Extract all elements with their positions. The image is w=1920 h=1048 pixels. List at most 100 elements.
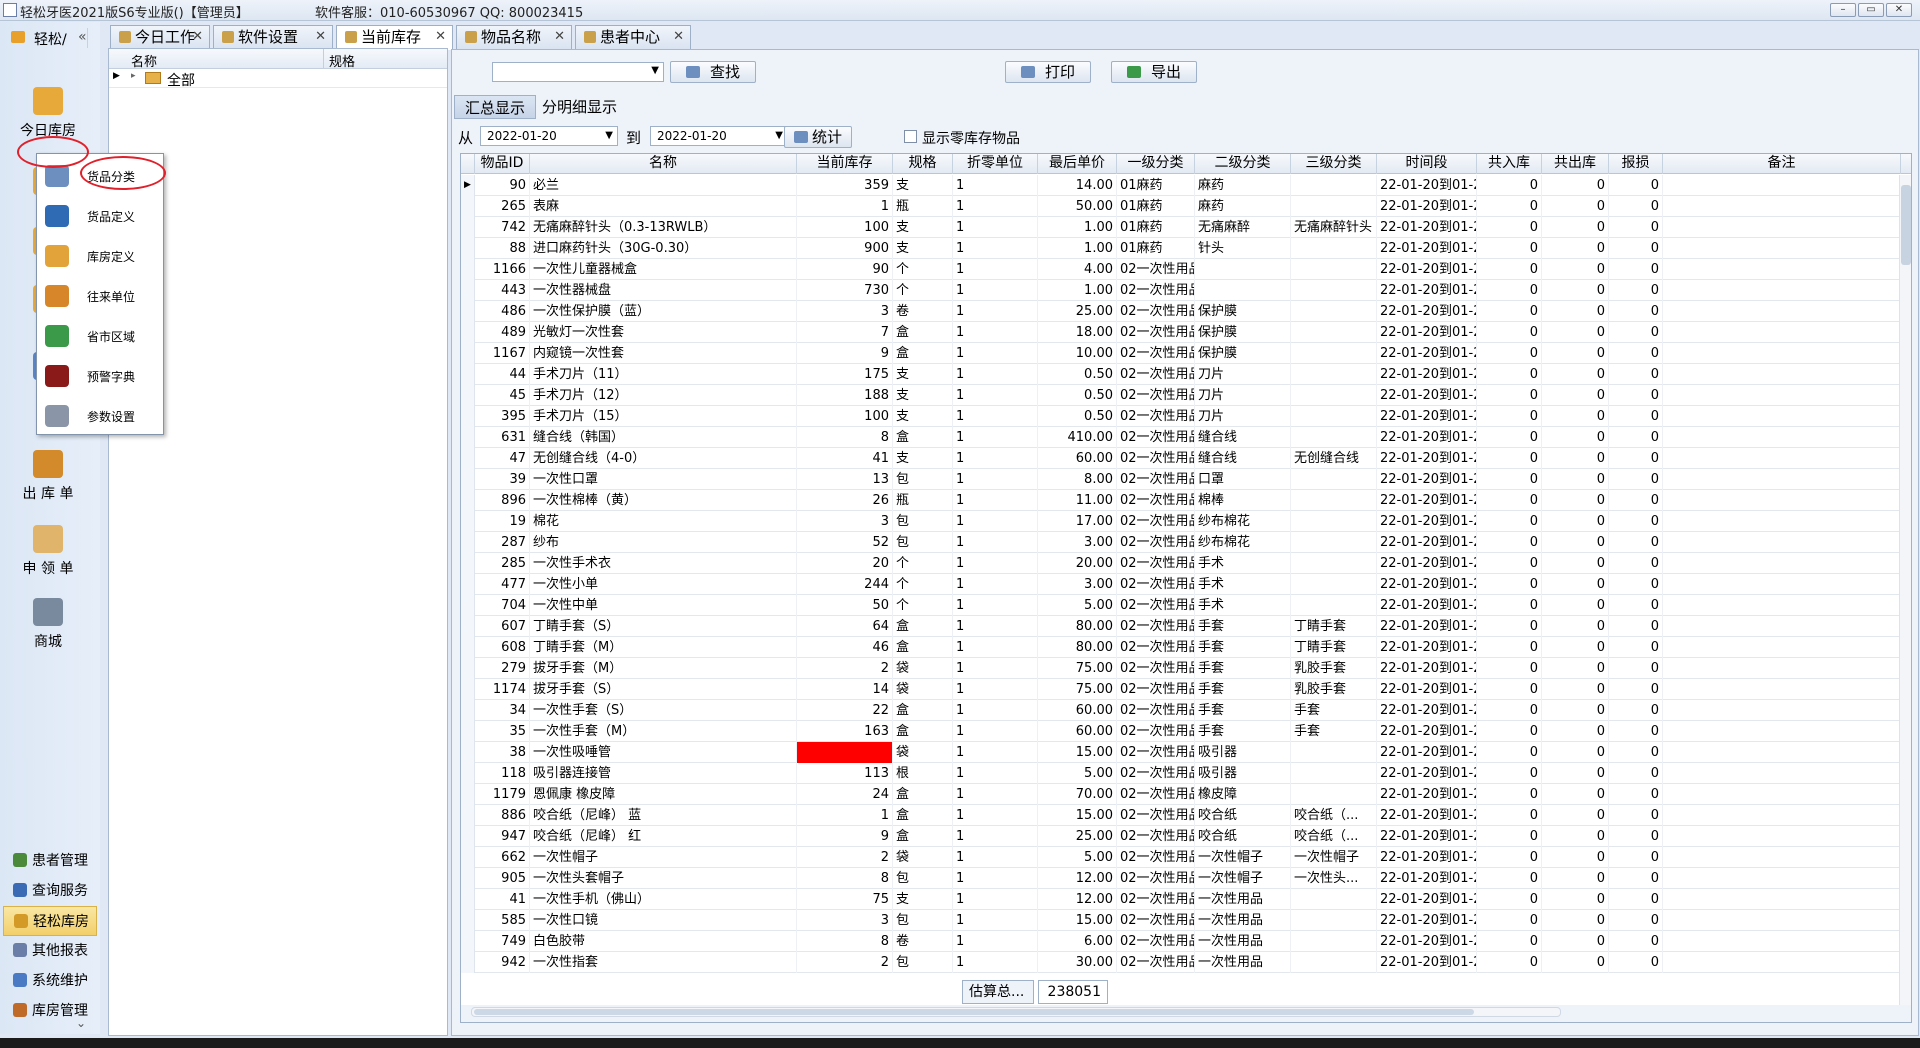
row-selector[interactable] [461, 763, 475, 784]
sidebar-button-7[interactable]: 商城 [8, 598, 88, 651]
collapse-button[interactable]: « [78, 28, 88, 48]
table-row[interactable]: 39一次性口罩13包18.0002一次性用品口罩22-01-20到01-2000… [461, 469, 1901, 490]
row-selector[interactable] [461, 406, 475, 427]
to-date-picker[interactable]: 2022-01-20 ▼ [650, 126, 788, 146]
table-row[interactable]: 742 无痛麻醉针头（0.3-13RWLB） 100 支 1 1.00 01麻药 无痛麻醉 无痛… [461, 217, 1901, 238]
row-selector[interactable] [461, 574, 475, 595]
row-selector[interactable] [461, 847, 475, 868]
row-selector[interactable] [461, 322, 475, 343]
row-selector[interactable] [461, 826, 475, 847]
sidebar-button-6[interactable]: 申 领 单 [8, 525, 88, 578]
row-selector[interactable] [461, 469, 475, 490]
table-row[interactable]: 287纱布52包13.0002一次性用品纱布棉花22-01-20到01-2000… [461, 532, 1901, 553]
row-selector[interactable] [461, 784, 475, 805]
stat-button[interactable]: 统计 [784, 126, 852, 148]
table-row[interactable]: 489 光敏灯一次性套 7 盒 1 18.00 02一次性用品 保护膜 22-01-20到01-… [461, 322, 1901, 343]
column-header[interactable]: 物品ID [475, 154, 530, 174]
column-header[interactable]: 规格 [893, 154, 953, 174]
nav-item-2[interactable]: 轻松库房 [3, 906, 97, 936]
table-row[interactable]: 585 一次性口镜 3 包 1 15.00 02一次性用品 一次性用品 22-01-20到01-… [461, 910, 1901, 931]
tab-close-icon[interactable]: ✕ [315, 26, 326, 48]
minimize-button[interactable]: – [1830, 3, 1856, 17]
table-row[interactable]: 118 吸引器连接管 113 根 1 5.00 02一次性用品 吸引器 22-01-20到01-… [461, 763, 1901, 784]
row-selector[interactable] [461, 616, 475, 637]
table-row[interactable]: 662 一次性帽子 2 袋 1 5.00 02一次性用品 一次性帽子 一次性帽子 22-01-20… [461, 847, 1901, 868]
menu-item-4[interactable]: 省市区域 [37, 318, 163, 354]
table-row[interactable]: 608 丁睛手套（M） 46 盒 1 80.00 02一次性用品 手套 丁睛手套 22-01-20… [461, 637, 1901, 658]
column-header[interactable]: 时间段 [1377, 154, 1477, 174]
table-row[interactable]: 41 一次性手机（佛山） 75 支 1 12.00 02一次性用品 一次性用品 22-01-20… [461, 889, 1901, 910]
row-selector[interactable] [461, 637, 475, 658]
table-row[interactable]: 47 无创缝合线（4-0） 41 支 1 60.00 02一次性用品 缝合线 无创缝合线 22-0… [461, 448, 1901, 469]
column-header[interactable]: 报损 [1609, 154, 1663, 174]
nav-item-1[interactable]: 查询服务 [3, 876, 97, 906]
search-select[interactable]: ▼ [492, 62, 664, 82]
column-header[interactable]: 名称 [530, 154, 797, 174]
column-header[interactable]: 折零单位 [953, 154, 1038, 174]
row-selector[interactable] [461, 238, 475, 259]
row-selector[interactable] [461, 217, 475, 238]
table-row[interactable]: 704一次性中单50个15.0002一次性用品手术22-01-20到01-200… [461, 595, 1901, 616]
nav-item-4[interactable]: 系统维护 [3, 966, 97, 996]
row-selector[interactable] [461, 301, 475, 322]
table-row[interactable]: 265表麻1瓶150.0001麻药麻药22-01-20到01-20000 [461, 196, 1901, 217]
export-button[interactable]: 导出 [1111, 61, 1197, 83]
column-header[interactable]: 共出库 [1542, 154, 1609, 174]
row-selector[interactable] [461, 532, 475, 553]
table-row[interactable]: 905 一次性头套帽子 8 包 1 12.00 02一次性用品 一次性帽子 一次性头... 22-… [461, 868, 1901, 889]
table-row[interactable]: 395 手术刀片（15） 100 支 1 0.50 02一次性用品 刀片 22-01-20到01… [461, 406, 1901, 427]
table-row[interactable]: 19棉花3包117.0002一次性用品纱布棉花22-01-20到01-20000 [461, 511, 1901, 532]
table-row[interactable]: 34 一次性手套（S） 22 盒 1 60.00 02一次性用品 手套 手套 22-01-20到0… [461, 700, 1901, 721]
table-row[interactable]: 279 拔牙手套（M） 2 袋 1 75.00 02一次性用品 手套 乳胶手套 22-01-20到… [461, 658, 1901, 679]
row-selector[interactable] [461, 868, 475, 889]
expand-icon[interactable]: ▸ [131, 71, 136, 81]
row-selector[interactable] [461, 553, 475, 574]
menu-item-2[interactable]: 库房定义 [37, 238, 163, 274]
tab-close-icon[interactable]: ✕ [673, 26, 684, 48]
table-row[interactable]: 45 手术刀片（12） 188 支 1 0.50 02一次性用品 刀片 22-01-20到01-… [461, 385, 1901, 406]
row-selector[interactable] [461, 490, 475, 511]
row-selector[interactable] [461, 931, 475, 952]
tree-row-all[interactable]: ▶ ▸ 全部 [109, 69, 447, 89]
table-row[interactable]: 88 进口麻药针头（30G-0.30） 900 支 1 1.00 01麻药 针头 22-01-2… [461, 238, 1901, 259]
row-selector[interactable] [461, 910, 475, 931]
tab-1[interactable]: 软件设置 ✕ [213, 25, 333, 49]
column-header[interactable]: 二级分类 [1195, 154, 1291, 174]
menu-item-1[interactable]: 货品定义 [37, 198, 163, 234]
maximize-button[interactable]: ▭ [1858, 3, 1884, 17]
sidebar-button-0[interactable]: 今日库房 [8, 87, 88, 140]
table-row[interactable]: 285一次性手术衣20个120.0002一次性用品手术 22-01-20到01-2… [461, 553, 1901, 574]
row-selector[interactable]: ▶ [461, 175, 475, 196]
tab-0[interactable]: 今日工作 ✕ [110, 25, 210, 49]
row-selector[interactable] [461, 343, 475, 364]
row-selector[interactable] [461, 658, 475, 679]
hscroll-thumb[interactable] [474, 1009, 1474, 1015]
row-selector[interactable] [461, 427, 475, 448]
table-row[interactable]: 1166一次性儿童器械盒90个14.0002一次性用品 22-01-20到01-2… [461, 259, 1901, 280]
column-header[interactable]: 三级分类 [1291, 154, 1377, 174]
table-row[interactable]: 38一次性吸唾管袋115.0002一次性用品吸引器22-01-20到01-200… [461, 742, 1901, 763]
menu-item-6[interactable]: 参数设置 [37, 398, 163, 434]
row-selector[interactable] [461, 595, 475, 616]
print-button[interactable]: 打印 [1005, 61, 1091, 83]
tab-detail-view[interactable]: 分明细显示 [532, 95, 627, 119]
tab-summary-view[interactable]: 汇总显示 [454, 95, 537, 119]
table-row[interactable]: 477一次性小单244个13.0002一次性用品手术 22-01-20到01-20… [461, 574, 1901, 595]
table-row[interactable]: 44 手术刀片（11） 175 支 1 0.50 02一次性用品 刀片 22-01-20到01-… [461, 364, 1901, 385]
row-selector[interactable] [461, 259, 475, 280]
column-header[interactable]: 最后单价 [1038, 154, 1117, 174]
search-button[interactable]: 查找 [670, 61, 756, 83]
table-row[interactable]: 486 一次性保护膜（蓝） 3 卷 1 25.00 02一次性用品 保护膜 22-01-20到0… [461, 301, 1901, 322]
nav-item-0[interactable]: 患者管理 [3, 846, 97, 876]
row-selector[interactable] [461, 280, 475, 301]
table-row[interactable]: 749白色胶带8卷16.0002一次性用品一次性用品 22-01-20到01-20… [461, 931, 1901, 952]
tab-4[interactable]: 患者中心 ✕ [575, 25, 691, 49]
row-selector[interactable] [461, 196, 475, 217]
row-selector[interactable] [461, 679, 475, 700]
row-selector[interactable] [461, 511, 475, 532]
sidebar-button-5[interactable]: 出 库 单 [8, 450, 88, 503]
more-chevron-icon[interactable]: ⌄ [76, 1016, 86, 1030]
menu-item-3[interactable]: 往来单位 [37, 278, 163, 314]
row-selector[interactable] [461, 889, 475, 910]
column-header[interactable]: 备注 [1663, 154, 1901, 174]
